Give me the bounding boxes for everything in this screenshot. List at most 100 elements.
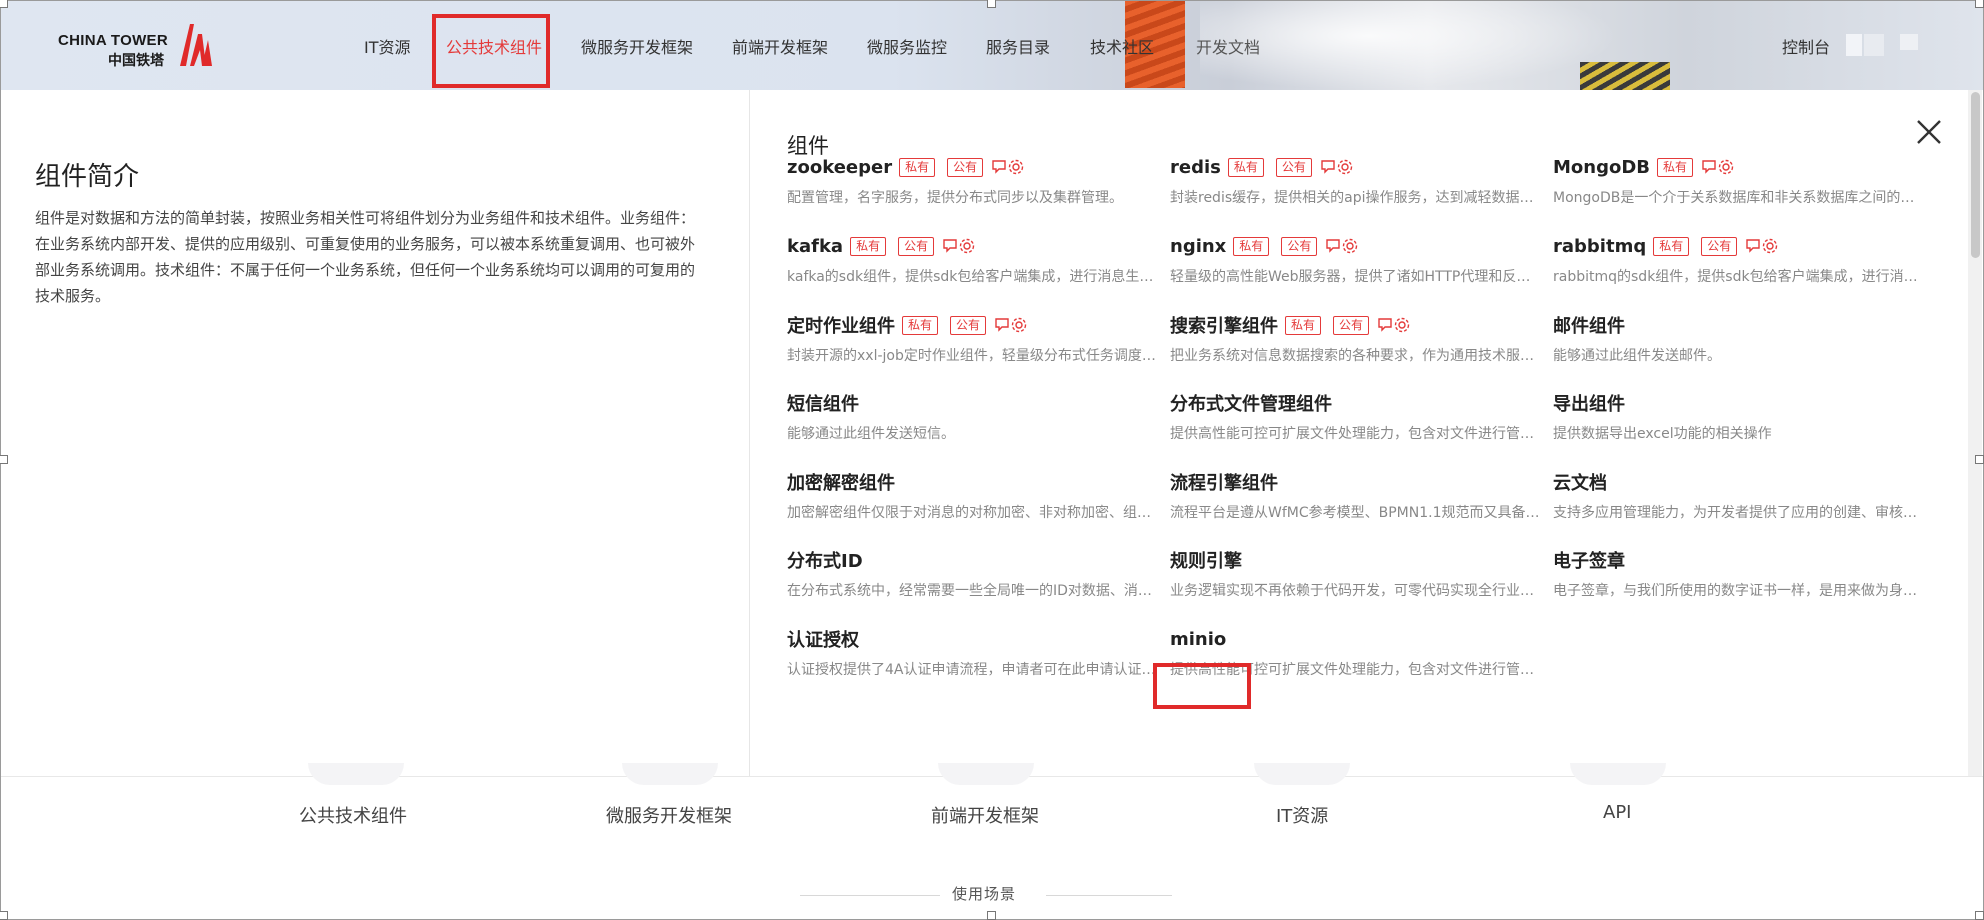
component-name[interactable]: 短信组件 — [787, 390, 859, 416]
component-description: 提供数据导出excel功能的相关操作 — [1553, 426, 1772, 442]
category-public-components[interactable]: 公共技术组件 — [299, 802, 407, 828]
nav-item-it-resources[interactable]: IT资源 — [364, 34, 411, 58]
china-tower-logo[interactable]: CHINA TOWER 中国铁塔 — [58, 20, 218, 70]
component-card[interactable]: MongoDB 私有 MongoDB是一个介于关系数据库和非关系数据库之间的产品 — [1553, 154, 1923, 207]
component-description: kafka的sdk组件，提供sdk包给客户端集成，进行消息生产与消费 — [787, 269, 1157, 285]
category-frontend-framework[interactable]: 前端开发框架 — [931, 802, 1039, 828]
resize-handle[interactable] — [1975, 911, 1984, 920]
component-name[interactable]: kafka — [787, 236, 843, 257]
resize-handle[interactable] — [987, 911, 996, 920]
private-tag: 私有 — [1233, 236, 1270, 256]
nav-item-microservice-monitor[interactable]: 微服务监控 — [867, 34, 947, 58]
component-name[interactable]: 规则引擎 — [1170, 547, 1242, 573]
component-name[interactable]: 加密解密组件 — [787, 469, 895, 495]
component-name[interactable]: 分布式ID — [787, 547, 863, 573]
component-name[interactable]: 电子签章 — [1553, 547, 1625, 573]
component-card-header: rabbitmq 私有 公有 — [1553, 233, 1923, 259]
component-name[interactable]: MongoDB — [1553, 157, 1650, 178]
resize-handle[interactable] — [0, 455, 8, 464]
component-card-header: 分布式ID — [787, 547, 1157, 573]
component-card[interactable]: 云文档支持多应用管理能力，为开发者提供了应用的创建、审核、发布等 — [1553, 469, 1923, 522]
component-card[interactable]: 导出组件提供数据导出excel功能的相关操作 — [1553, 390, 1923, 443]
nav-item-dev-docs[interactable]: 开发文档 — [1196, 34, 1260, 58]
private-tag: 私有 — [1227, 157, 1264, 177]
component-description: 提供高性能可控可扩展文件处理能力，包含对文件进行管理等功能 — [1170, 426, 1540, 442]
private-tag: 私有 — [1653, 236, 1690, 256]
nav-item-service-catalog[interactable]: 服务目录 — [986, 34, 1050, 58]
component-card[interactable]: 短信组件 能够通过此组件发送短信。 — [787, 390, 1157, 443]
resize-handle[interactable] — [1975, 0, 1984, 8]
resize-handle[interactable] — [1975, 455, 1984, 464]
header-placeholder-icon[interactable] — [1900, 34, 1918, 50]
private-tag: 私有 — [899, 157, 936, 177]
category-icon-placeholder — [622, 763, 718, 785]
component-card[interactable]: rabbitmq 私有 公有 rabbitmq的sdk组件，提供sdk包给客户端集成，… — [1553, 233, 1923, 286]
component-name[interactable]: 云文档 — [1553, 469, 1607, 495]
category-icon-placeholder — [308, 763, 404, 785]
component-card[interactable]: 加密解密组件 加密解密组件仅限于对消息的对称加密、非对称加密、组合加密等 — [787, 469, 1157, 522]
close-icon[interactable] — [1911, 114, 1947, 150]
category-microservice-framework[interactable]: 微服务开发框架 — [606, 802, 732, 828]
component-card[interactable]: 规则引擎 业务逻辑实现不再依赖于代码开发，可零代码实现全行业复杂逻辑 — [1170, 547, 1540, 600]
nav-item-microservice-framework[interactable]: 微服务开发框架 — [581, 34, 693, 58]
private-tag: 私有 — [1285, 315, 1322, 335]
component-card[interactable]: 认证授权认证授权提供了4A认证申请流程，申请者可在此申请认证授权等 — [787, 626, 1157, 679]
user-avatar[interactable] — [1864, 34, 1884, 56]
public-tag: 公有 — [1701, 236, 1738, 256]
component-card[interactable]: 分布式文件管理组件提供高性能可控可扩展文件处理能力，包含对文件进行管理等功能 — [1170, 390, 1540, 443]
console-link[interactable]: 控制台 — [1782, 34, 1830, 58]
component-name[interactable]: zookeeper — [787, 157, 892, 178]
component-name[interactable]: 定时作业组件 — [787, 312, 895, 338]
component-name[interactable]: 流程引擎组件 — [1170, 469, 1278, 495]
component-name[interactable]: redis — [1170, 157, 1221, 178]
component-description: 轻量级的高性能Web服务器，提供了诸如HTTP代理和反向代理等功能 — [1170, 269, 1540, 285]
component-name[interactable]: 邮件组件 — [1553, 312, 1625, 338]
component-card[interactable]: nginx 私有公有轻量级的高性能Web服务器，提供了诸如HTTP代理和反向代理等… — [1170, 233, 1540, 286]
header-placeholder-icon — [1846, 34, 1862, 56]
active-nav-highlight-box — [432, 14, 550, 88]
component-card[interactable]: 电子签章 电子签章，与我们所使用的数字证书一样，是用来做为身份验证的 — [1553, 547, 1923, 600]
component-card[interactable]: redis 私有公有封装redis缓存，提供相关的api操作服务，达到减轻数据库压… — [1170, 154, 1540, 207]
chat-settings-icon — [1326, 238, 1358, 254]
component-card[interactable]: 流程引擎组件流程平台是遵从WfMC参考模型、BPMN1.1规范而又具备中国特色 — [1170, 469, 1540, 522]
logo-text-en: CHINA TOWER — [58, 32, 168, 49]
component-description: 把业务系统对信息数据搜索的各种要求，作为通用技术服务提供 — [1170, 348, 1540, 364]
component-card-header: minio — [1170, 626, 1540, 652]
caption-divider-right — [1046, 895, 1172, 896]
component-card-header: nginx 私有 公有 — [1170, 233, 1540, 259]
component-name[interactable]: 搜索引擎组件 — [1170, 312, 1278, 338]
component-description: 在分布式系统中，经常需要一些全局唯一的ID对数据、消息进行标识 — [787, 583, 1157, 599]
component-card[interactable]: 分布式ID 在分布式系统中，经常需要一些全局唯一的ID对数据、消息进行标识 — [787, 547, 1157, 600]
component-card-header: zookeeper 私有 公有 — [787, 154, 1157, 180]
component-description: 认证授权提供了4A认证申请流程，申请者可在此申请认证授权等 — [787, 662, 1157, 678]
component-name[interactable]: minio — [1170, 629, 1226, 650]
component-name[interactable]: 认证授权 — [787, 626, 859, 652]
component-card-header: 电子签章 — [1553, 547, 1923, 573]
nav-item-tech-community[interactable]: 技术社区 — [1090, 34, 1154, 58]
component-card-header: 规则引擎 — [1170, 547, 1540, 573]
component-card[interactable]: kafka 私有 公有 kafka的sdk组件，提供sdk包给客户端集成，进行消息生产… — [787, 233, 1157, 286]
bottom-category-strip: 公共技术组件 微服务开发框架 前端开发框架 IT资源 API 使用场景 — [0, 763, 1984, 920]
category-api[interactable]: API — [1603, 802, 1631, 823]
public-tag: 公有 — [947, 157, 984, 177]
nav-item-frontend-framework[interactable]: 前端开发框架 — [732, 34, 828, 58]
component-description: 支持多应用管理能力，为开发者提供了应用的创建、审核、发布等 — [1553, 505, 1923, 521]
component-name[interactable]: rabbitmq — [1553, 236, 1646, 257]
component-name[interactable]: nginx — [1170, 236, 1226, 257]
component-card[interactable]: zookeeper 私有 公有 配置管理，名字服务，提供分布式同步以及集群管理。 — [787, 154, 1157, 207]
scrollbar-thumb[interactable] — [1971, 92, 1980, 258]
component-card[interactable]: 定时作业组件 私有 公有 封装开源的xxl-job定时作业组件，轻量级分布式任务调度平… — [787, 312, 1157, 365]
resize-handle[interactable] — [0, 911, 8, 920]
component-card[interactable]: 搜索引擎组件 私有 公有 把业务系统对信息数据搜索的各种要求，作为通用技术服务提供 — [1170, 312, 1540, 365]
component-card-header: 云文档 — [1553, 469, 1923, 495]
chat-settings-icon — [1702, 159, 1734, 175]
component-name[interactable]: 导出组件 — [1553, 390, 1625, 416]
header-banner-decoration — [1580, 62, 1670, 90]
resize-handle[interactable] — [0, 0, 8, 8]
component-card-header: redis 私有 公有 — [1170, 154, 1540, 180]
component-card[interactable]: 邮件组件 能够通过此组件发送邮件。 — [1553, 312, 1923, 365]
resize-handle[interactable] — [987, 0, 996, 8]
component-description: MongoDB是一个介于关系数据库和非关系数据库之间的产品 — [1553, 190, 1923, 206]
category-it-resources[interactable]: IT资源 — [1276, 802, 1328, 828]
component-name[interactable]: 分布式文件管理组件 — [1170, 390, 1332, 416]
